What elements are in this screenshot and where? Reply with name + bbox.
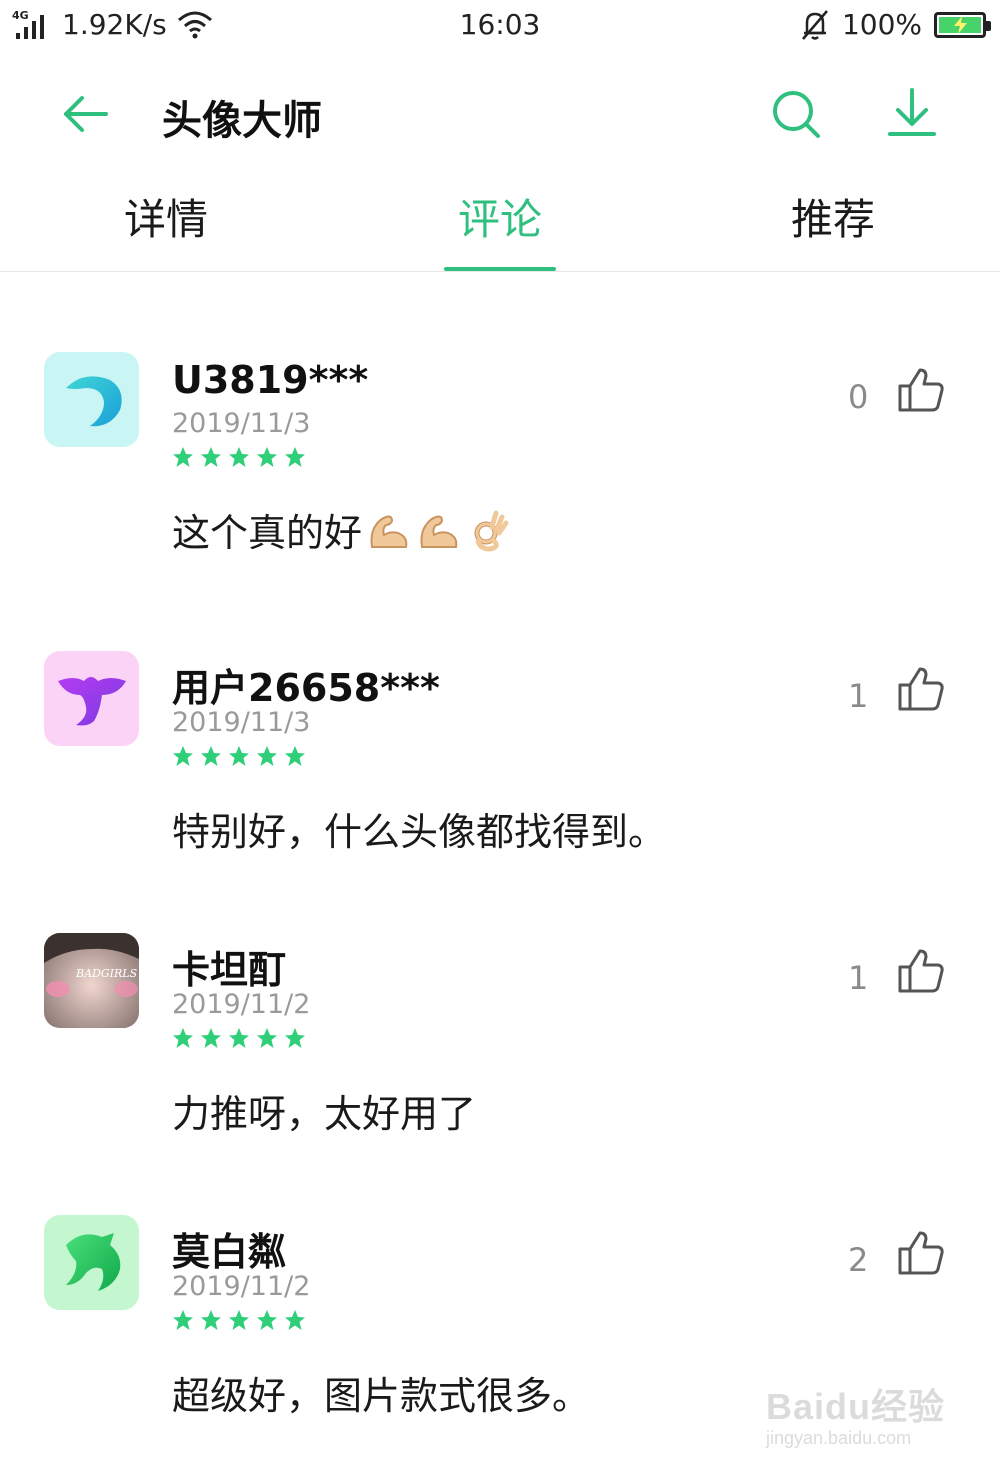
like-count: 2 <box>848 1241 869 1279</box>
star-icon <box>285 1310 305 1330</box>
rating-stars <box>172 446 306 468</box>
star-icon <box>285 746 305 766</box>
star-icon <box>229 1028 249 1048</box>
teal-wave-logo-icon <box>66 376 122 427</box>
review-date: 2019/11/2 <box>172 1271 311 1302</box>
star-icon <box>257 1028 277 1048</box>
review-text-content: 这个真的好 <box>172 511 363 555</box>
review-text: 力推呀，太好用了 <box>172 1092 477 1136</box>
reviewer-name: 卡坦酊 <box>172 948 287 992</box>
star-icon <box>229 746 249 766</box>
avatar-text: BADGIRLS <box>75 967 138 980</box>
page-title: 头像大师 <box>162 98 322 144</box>
review-text: 这个真的好 <box>172 502 512 557</box>
review-text: 特别好，什么头像都找得到。 <box>172 810 667 854</box>
ok-hand-icon <box>474 510 509 552</box>
avatar[interactable] <box>44 352 139 447</box>
tab-bar: 详情 评论 推荐 <box>0 170 1000 272</box>
like-control[interactable]: 0 <box>820 366 950 426</box>
star-icon <box>285 1028 305 1048</box>
star-icon <box>201 447 221 467</box>
reviewer-name: 莫白粼 <box>172 1230 287 1274</box>
thumbs-up-icon[interactable] <box>896 947 946 997</box>
rating-stars <box>172 1027 306 1049</box>
star-icon <box>257 447 277 467</box>
star-icon <box>229 1310 249 1330</box>
flexed-biceps-icon <box>420 515 458 548</box>
star-icon <box>173 1310 193 1330</box>
review-date: 2019/11/3 <box>172 707 311 738</box>
status-right: 100% <box>800 8 991 41</box>
tab-details[interactable]: 详情 <box>66 186 266 247</box>
thumbs-up-icon[interactable] <box>896 1229 946 1279</box>
tab-reviews[interactable]: 评论 <box>400 186 600 247</box>
star-icon <box>201 1028 221 1048</box>
review-date: 2019/11/2 <box>172 989 311 1020</box>
tab-recommend[interactable]: 推荐 <box>733 186 933 247</box>
like-control[interactable]: 2 <box>820 1229 950 1289</box>
like-count: 1 <box>848 959 869 997</box>
avatar[interactable]: BADGIRLS <box>44 933 139 1028</box>
tab-indicator <box>444 267 556 271</box>
star-icon <box>257 746 277 766</box>
review-text: 超级好，图片款式很多。 <box>172 1374 591 1418</box>
star-icon <box>173 746 193 766</box>
reviewer-name: 用户26658*** <box>172 666 440 710</box>
charging-bolt-icon <box>954 15 967 34</box>
rating-stars <box>172 1309 306 1331</box>
arrow-left-icon[interactable] <box>58 86 114 142</box>
thumbs-up-icon[interactable] <box>896 665 946 715</box>
watermark-url: jingyan.baidu.com <box>766 1428 912 1448</box>
like-control[interactable]: 1 <box>820 665 950 725</box>
like-count: 0 <box>848 378 869 416</box>
rating-stars <box>172 745 306 767</box>
star-icon <box>201 746 221 766</box>
purple-elephant-logo-icon <box>58 677 126 726</box>
thumbs-up-icon[interactable] <box>896 366 946 416</box>
battery-percent: 100% <box>841 8 922 41</box>
flexed-biceps-icon <box>370 515 408 548</box>
bell-muted-icon <box>801 9 828 40</box>
avatar[interactable] <box>44 651 139 746</box>
reviewer-name: U3819*** <box>172 358 369 402</box>
star-icon <box>201 1310 221 1330</box>
app-header: 头像大师 <box>0 70 1000 160</box>
status-bar: 4G 1.92K/s 16:03 100% <box>0 0 1000 56</box>
star-icon <box>285 447 305 467</box>
star-icon <box>257 1310 277 1330</box>
avatar[interactable] <box>44 1215 139 1310</box>
green-horse-logo-icon <box>66 1233 121 1291</box>
like-control[interactable]: 1 <box>820 947 950 1007</box>
search-icon[interactable] <box>766 84 826 144</box>
review-date: 2019/11/3 <box>172 408 311 439</box>
watermark: Baidu经验 jingyan.baidu.com <box>766 1370 986 1460</box>
watermark-main: Baidu经验 <box>766 1386 946 1427</box>
like-count: 1 <box>848 677 869 715</box>
star-icon <box>173 1028 193 1048</box>
star-icon <box>229 447 249 467</box>
star-icon <box>173 447 193 467</box>
battery-icon <box>934 11 991 38</box>
download-icon[interactable] <box>882 84 942 144</box>
photo-avatar: BADGIRLS <box>44 933 139 1028</box>
